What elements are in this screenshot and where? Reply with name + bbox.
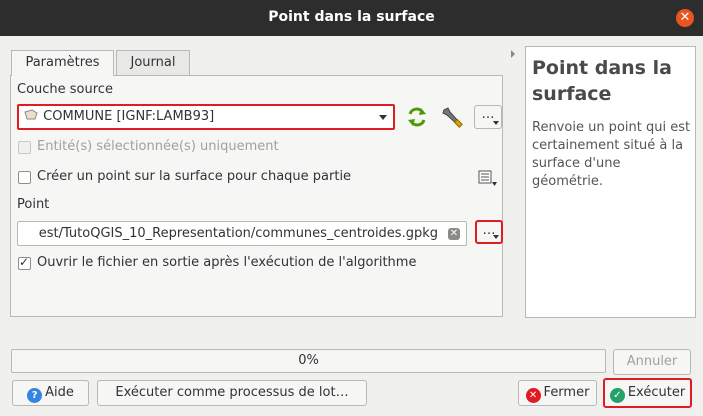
iterate-icon	[408, 107, 426, 127]
wrench-icon	[442, 107, 463, 128]
output-browse-button[interactable]: …	[475, 220, 503, 244]
open-output-checkbox[interactable]: ✓	[18, 255, 31, 270]
each-part-label: Créer un point sur la surface pour chaqu…	[37, 169, 352, 184]
batch-process-button[interactable]: Exécuter comme processus de lot…	[97, 380, 367, 406]
batch-label: Exécuter comme processus de lot…	[115, 385, 349, 400]
iterate-button[interactable]	[405, 105, 431, 129]
open-output-label: Ouvrir le fichier en sortie après l'exéc…	[37, 255, 417, 270]
source-browse-button[interactable]: …	[474, 105, 502, 129]
title-bar: Point dans la surface ✕	[0, 0, 703, 36]
output-file-path: est/TutoQGIS_10_Representation/communes_…	[38, 226, 438, 241]
field-options-button[interactable]	[476, 167, 502, 191]
chevron-down-icon	[379, 115, 387, 120]
clear-icon[interactable]: ✕	[448, 228, 460, 240]
source-layer-select[interactable]: COMMUNE [IGNF:LAMB93]	[17, 104, 395, 130]
window-title: Point dans la surface	[268, 9, 435, 25]
close-button[interactable]: ✕ Fermer	[518, 380, 597, 406]
cancel-button[interactable]: Annuler	[613, 349, 691, 375]
run-button[interactable]: ✓ Exécuter	[603, 378, 692, 408]
advanced-options-button[interactable]	[440, 105, 466, 129]
progress-bar: 0%	[11, 349, 606, 373]
help-description: Renvoie un point qui est certainement si…	[532, 120, 691, 189]
selected-only-checkbox[interactable]	[18, 141, 31, 154]
help-icon: ?	[27, 388, 43, 403]
chevron-right-icon	[511, 50, 515, 58]
point-label: Point	[17, 197, 50, 212]
chevron-down-icon	[493, 235, 499, 239]
polygon-layer-icon	[24, 109, 38, 120]
progress-text: 0%	[298, 353, 319, 368]
run-label: Exécuter	[627, 385, 686, 400]
cancel-label: Annuler	[626, 354, 678, 369]
close-icon: ✕	[679, 10, 691, 25]
chevron-down-icon	[493, 121, 499, 125]
expression-options-icon	[478, 170, 497, 186]
help-title: Point dans la surface	[532, 57, 672, 105]
source-layer-label: Couche source	[17, 82, 113, 97]
tab-journal[interactable]: Journal	[116, 50, 190, 75]
source-layer-value: COMMUNE [IGNF:LAMB93]	[43, 109, 215, 124]
help-panel: Point dans la surface Renvoie un point q…	[525, 46, 696, 318]
output-file-input[interactable]: est/TutoQGIS_10_Representation/communes_…	[17, 221, 467, 246]
each-part-checkbox[interactable]	[18, 171, 31, 184]
selected-only-label: Entité(s) sélectionnée(s) uniquement	[37, 139, 279, 154]
close-circle-icon: ✕	[525, 388, 541, 403]
tab-label: Paramètres	[25, 55, 100, 70]
help-button[interactable]: ? Aide	[12, 380, 89, 406]
checkmark-circle-icon: ✓	[609, 388, 625, 403]
close-window-button[interactable]: ✕	[676, 9, 694, 27]
close-label: Fermer	[543, 385, 590, 400]
tab-parametres[interactable]: Paramètres	[11, 50, 114, 76]
help-label: Aide	[45, 385, 74, 400]
panel-splitter[interactable]	[510, 48, 516, 58]
dots-label: …	[481, 107, 495, 122]
checkmark-icon: ✓	[19, 255, 30, 269]
tab-label: Journal	[130, 55, 176, 70]
